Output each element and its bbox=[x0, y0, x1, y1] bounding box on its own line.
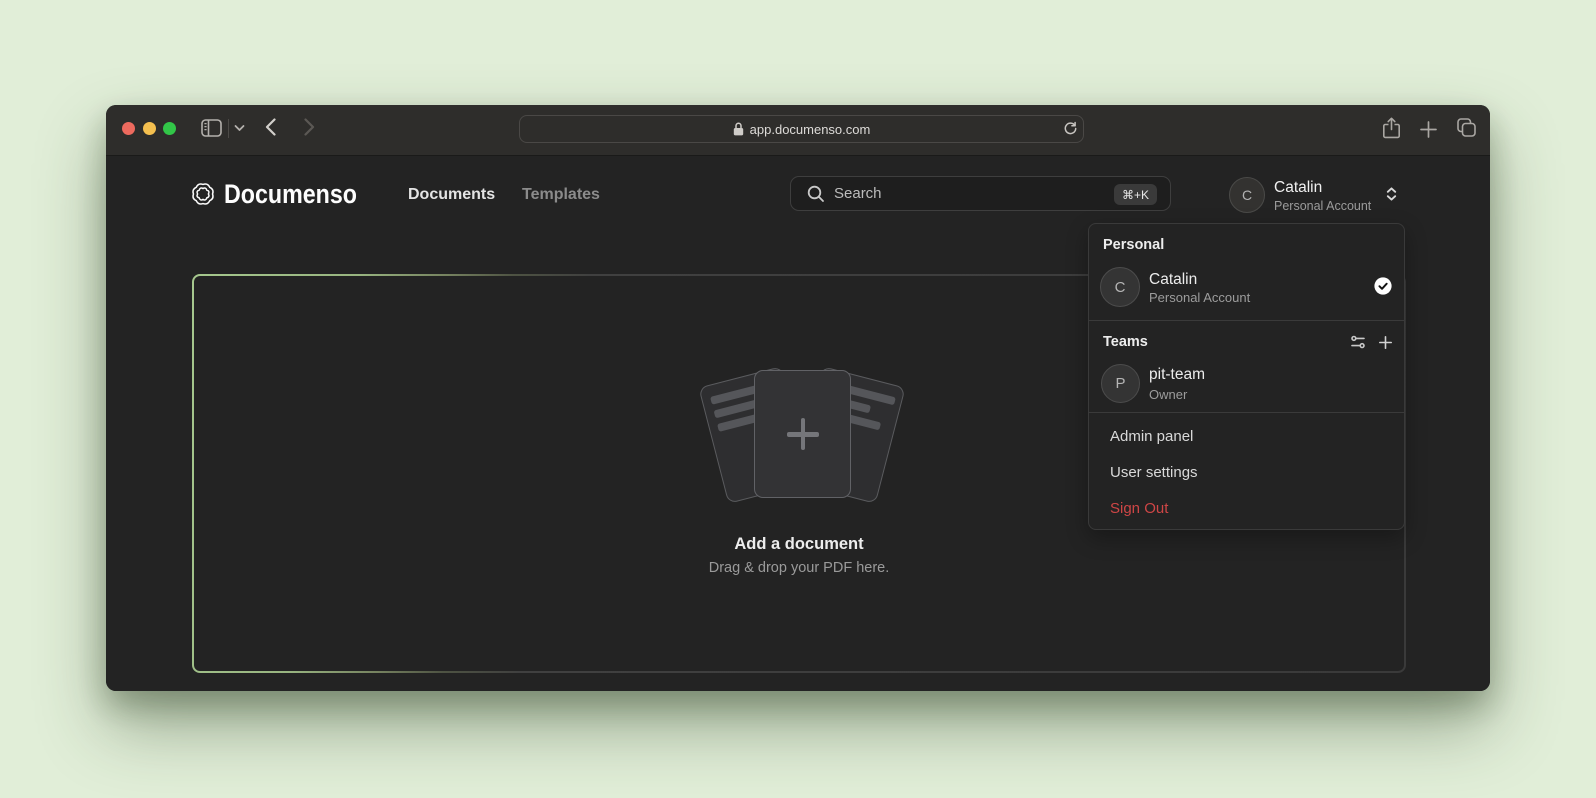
svg-text:Documenso: Documenso bbox=[224, 181, 357, 209]
